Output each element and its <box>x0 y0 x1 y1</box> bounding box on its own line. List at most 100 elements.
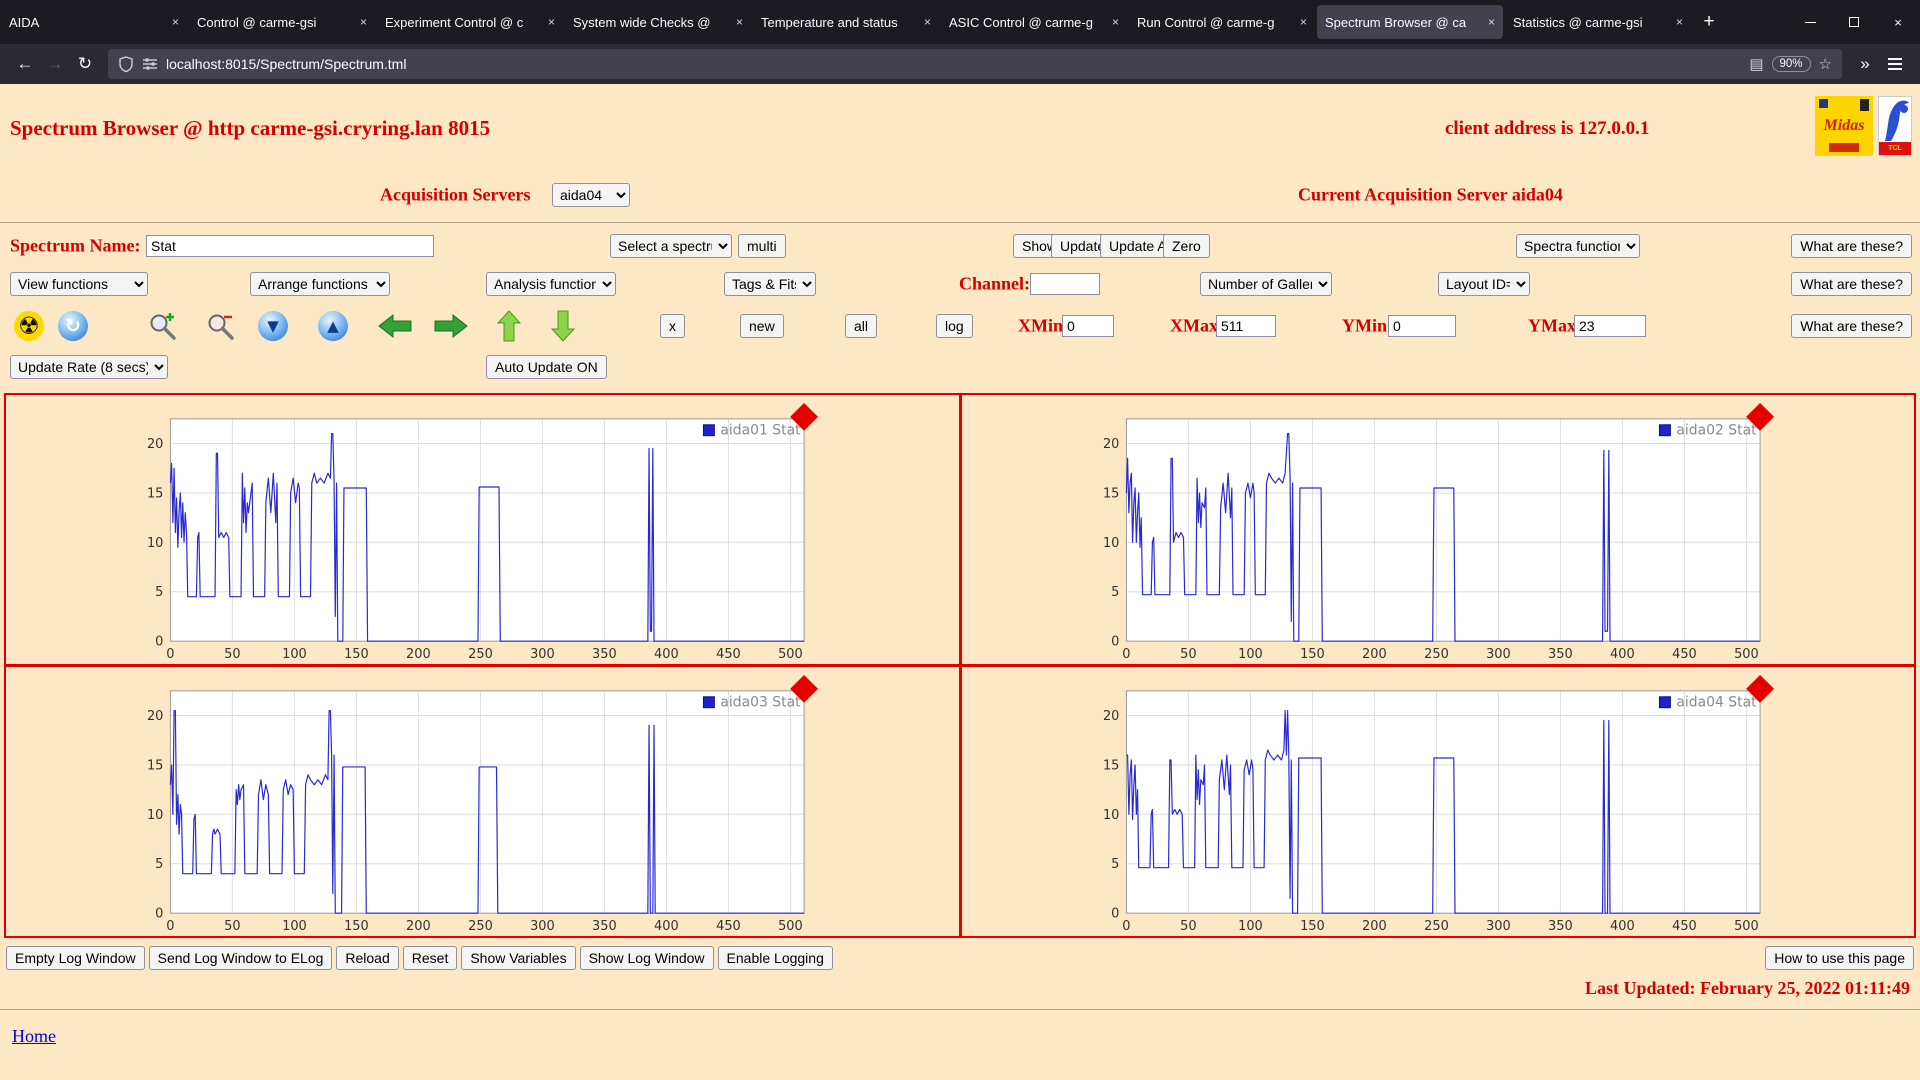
scroll-down-sphere-icon[interactable]: ▼ <box>258 311 288 341</box>
multi-button[interactable]: multi <box>738 234 786 258</box>
maximize-icon[interactable] <box>1832 0 1876 44</box>
ymax-input[interactable] <box>1574 315 1646 337</box>
tags-fits-dropdown[interactable]: Tags & Fits <box>724 272 816 296</box>
svg-text:50: 50 <box>1180 919 1196 934</box>
auto-update-button[interactable]: Auto Update ON <box>486 355 607 379</box>
tab-temperature-and-status[interactable]: Temperature and status× <box>753 5 939 39</box>
reader-view-icon[interactable]: ▤ <box>1749 55 1763 73</box>
tab-spectrum-browser-ca[interactable]: Spectrum Browser @ ca× <box>1317 5 1503 39</box>
spectrum-panel-aida01-stat[interactable]: 05010015020025030035040045050005101520 a… <box>5 394 960 665</box>
tab-close-icon[interactable]: × <box>1112 15 1119 29</box>
reset-button[interactable]: Reset <box>403 946 458 970</box>
x-button[interactable]: x <box>660 314 685 338</box>
tab-asic-control-carme-g[interactable]: ASIC Control @ carme-g× <box>941 5 1127 39</box>
svg-text:10: 10 <box>147 808 163 823</box>
tcl-logo-text: TCL <box>1879 142 1911 155</box>
galleries-dropdown[interactable]: Number of Galleries <box>1200 272 1332 296</box>
zoom-out-icon[interactable] <box>206 311 236 341</box>
tab-system-wide-checks[interactable]: System wide Checks @× <box>565 5 751 39</box>
midas-logo-decoration <box>1829 143 1859 152</box>
acquisition-server-select[interactable]: aida04 <box>552 183 630 207</box>
pan-right-icon[interactable] <box>434 313 468 339</box>
tab-statistics-carme-gsi[interactable]: Statistics @ carme-gsi× <box>1505 5 1691 39</box>
menu-icon[interactable] <box>1880 49 1910 79</box>
ymin-input[interactable] <box>1388 315 1456 337</box>
pan-down-icon[interactable] <box>550 310 576 342</box>
view-functions-dropdown[interactable]: View functions <box>10 272 148 296</box>
url-bar[interactable]: localhost:8015/Spectrum/Spectrum.tml ▤ 9… <box>108 49 1842 79</box>
arrange-functions-dropdown[interactable]: Arrange functions <box>250 272 390 296</box>
tab-close-icon[interactable]: × <box>1488 15 1495 29</box>
channel-input[interactable] <box>1030 273 1100 295</box>
spectrum-panel-aida04-stat[interactable]: 05010015020025030035040045050005101520 a… <box>961 666 1916 937</box>
page-title: Spectrum Browser @ http carme-gsi.cryrin… <box>10 116 490 141</box>
svg-text:200: 200 <box>1362 647 1387 662</box>
minimize-icon[interactable] <box>1788 0 1832 44</box>
send-log-window-to-elog-button[interactable]: Send Log Window to ELog <box>149 946 333 970</box>
xmin-input[interactable] <box>1062 315 1114 337</box>
close-icon[interactable]: × <box>1876 0 1920 44</box>
url-text[interactable]: localhost:8015/Spectrum/Spectrum.tml <box>166 56 1741 72</box>
how-to-use-button[interactable]: How to use this page <box>1765 946 1914 970</box>
plot-area <box>170 691 804 913</box>
enable-logging-button[interactable]: Enable Logging <box>718 946 833 970</box>
what-are-these-button[interactable]: What are these? <box>1791 234 1912 258</box>
empty-log-window-button[interactable]: Empty Log Window <box>6 946 145 970</box>
bookmark-star-icon[interactable]: ☆ <box>1819 55 1832 73</box>
zero-button[interactable]: Zero <box>1163 234 1210 258</box>
home-link[interactable]: Home <box>12 1026 56 1047</box>
svg-text:5: 5 <box>1111 585 1119 600</box>
tab-close-icon[interactable]: × <box>736 15 743 29</box>
tab-close-icon[interactable]: × <box>360 15 367 29</box>
tcl-logo[interactable]: TCL <box>1878 96 1912 156</box>
tab-title: Control @ carme-gsi <box>197 15 354 30</box>
pan-up-icon[interactable] <box>496 310 522 342</box>
spectra-functions-dropdown[interactable]: Spectra functions <box>1516 234 1640 258</box>
svg-text:150: 150 <box>1300 919 1325 934</box>
spectrum-panel-aida03-stat[interactable]: 05010015020025030035040045050005101520 a… <box>5 666 960 937</box>
refresh-sphere-icon[interactable]: ↻ <box>58 311 88 341</box>
reload-icon[interactable]: ↻ <box>70 49 100 79</box>
analysis-functions-dropdown[interactable]: Analysis functions <box>486 272 616 296</box>
reload-button[interactable]: Reload <box>336 946 398 970</box>
svg-text:300: 300 <box>530 919 555 934</box>
svg-text:5: 5 <box>1111 857 1119 872</box>
show-log-window-button[interactable]: Show Log Window <box>580 946 714 970</box>
tab-experiment-control-c[interactable]: Experiment Control @ c× <box>377 5 563 39</box>
midas-logo[interactable]: Midas <box>1815 96 1873 156</box>
what-are-these-button[interactable]: What are these? <box>1791 314 1912 338</box>
new-tab-button[interactable]: + <box>1692 5 1726 39</box>
all-button[interactable]: all <box>845 314 877 338</box>
tab-close-icon[interactable]: × <box>924 15 931 29</box>
ymax-label: YMax <box>1528 316 1576 337</box>
show-variables-button[interactable]: Show Variables <box>461 946 575 970</box>
scroll-up-sphere-icon[interactable]: ▲ <box>318 311 348 341</box>
overflow-chevrons-icon[interactable]: » <box>1850 49 1880 79</box>
tab-run-control-carme-g[interactable]: Run Control @ carme-g× <box>1129 5 1315 39</box>
midas-logo-text: Midas <box>1824 117 1865 135</box>
tab-aida[interactable]: AIDA× <box>1 5 187 39</box>
what-are-these-button[interactable]: What are these? <box>1791 272 1912 296</box>
new-button[interactable]: new <box>740 314 784 338</box>
xmax-input[interactable] <box>1216 315 1276 337</box>
tab-close-icon[interactable]: × <box>1300 15 1307 29</box>
shield-icon[interactable] <box>118 56 134 73</box>
back-icon[interactable]: ← <box>10 49 40 79</box>
log-button[interactable]: log <box>936 314 973 338</box>
tab-close-icon[interactable]: × <box>172 15 179 29</box>
zoom-level-badge[interactable]: 90% <box>1772 56 1811 72</box>
select-spectrum-dropdown[interactable]: Select a spectrum <box>610 234 732 258</box>
tab-close-icon[interactable]: × <box>548 15 555 29</box>
update-rate-dropdown[interactable]: Update Rate (8 secs) <box>10 355 168 379</box>
zoom-in-icon[interactable] <box>148 311 178 341</box>
pan-left-icon[interactable] <box>378 313 412 339</box>
radiation-icon[interactable]: ☢ <box>14 311 44 341</box>
channel-label: Channel: <box>959 274 1030 295</box>
forward-icon[interactable]: → <box>40 49 70 79</box>
tab-control-carme-gsi[interactable]: Control @ carme-gsi × <box>189 5 375 39</box>
permissions-icon[interactable] <box>142 57 158 71</box>
spectrum-name-input[interactable] <box>146 235 434 257</box>
layout-id-dropdown[interactable]: Layout ID=1 <box>1438 272 1530 296</box>
spectrum-panel-aida02-stat[interactable]: 05010015020025030035040045050005101520 a… <box>961 394 1916 665</box>
tab-close-icon[interactable]: × <box>1676 15 1683 29</box>
